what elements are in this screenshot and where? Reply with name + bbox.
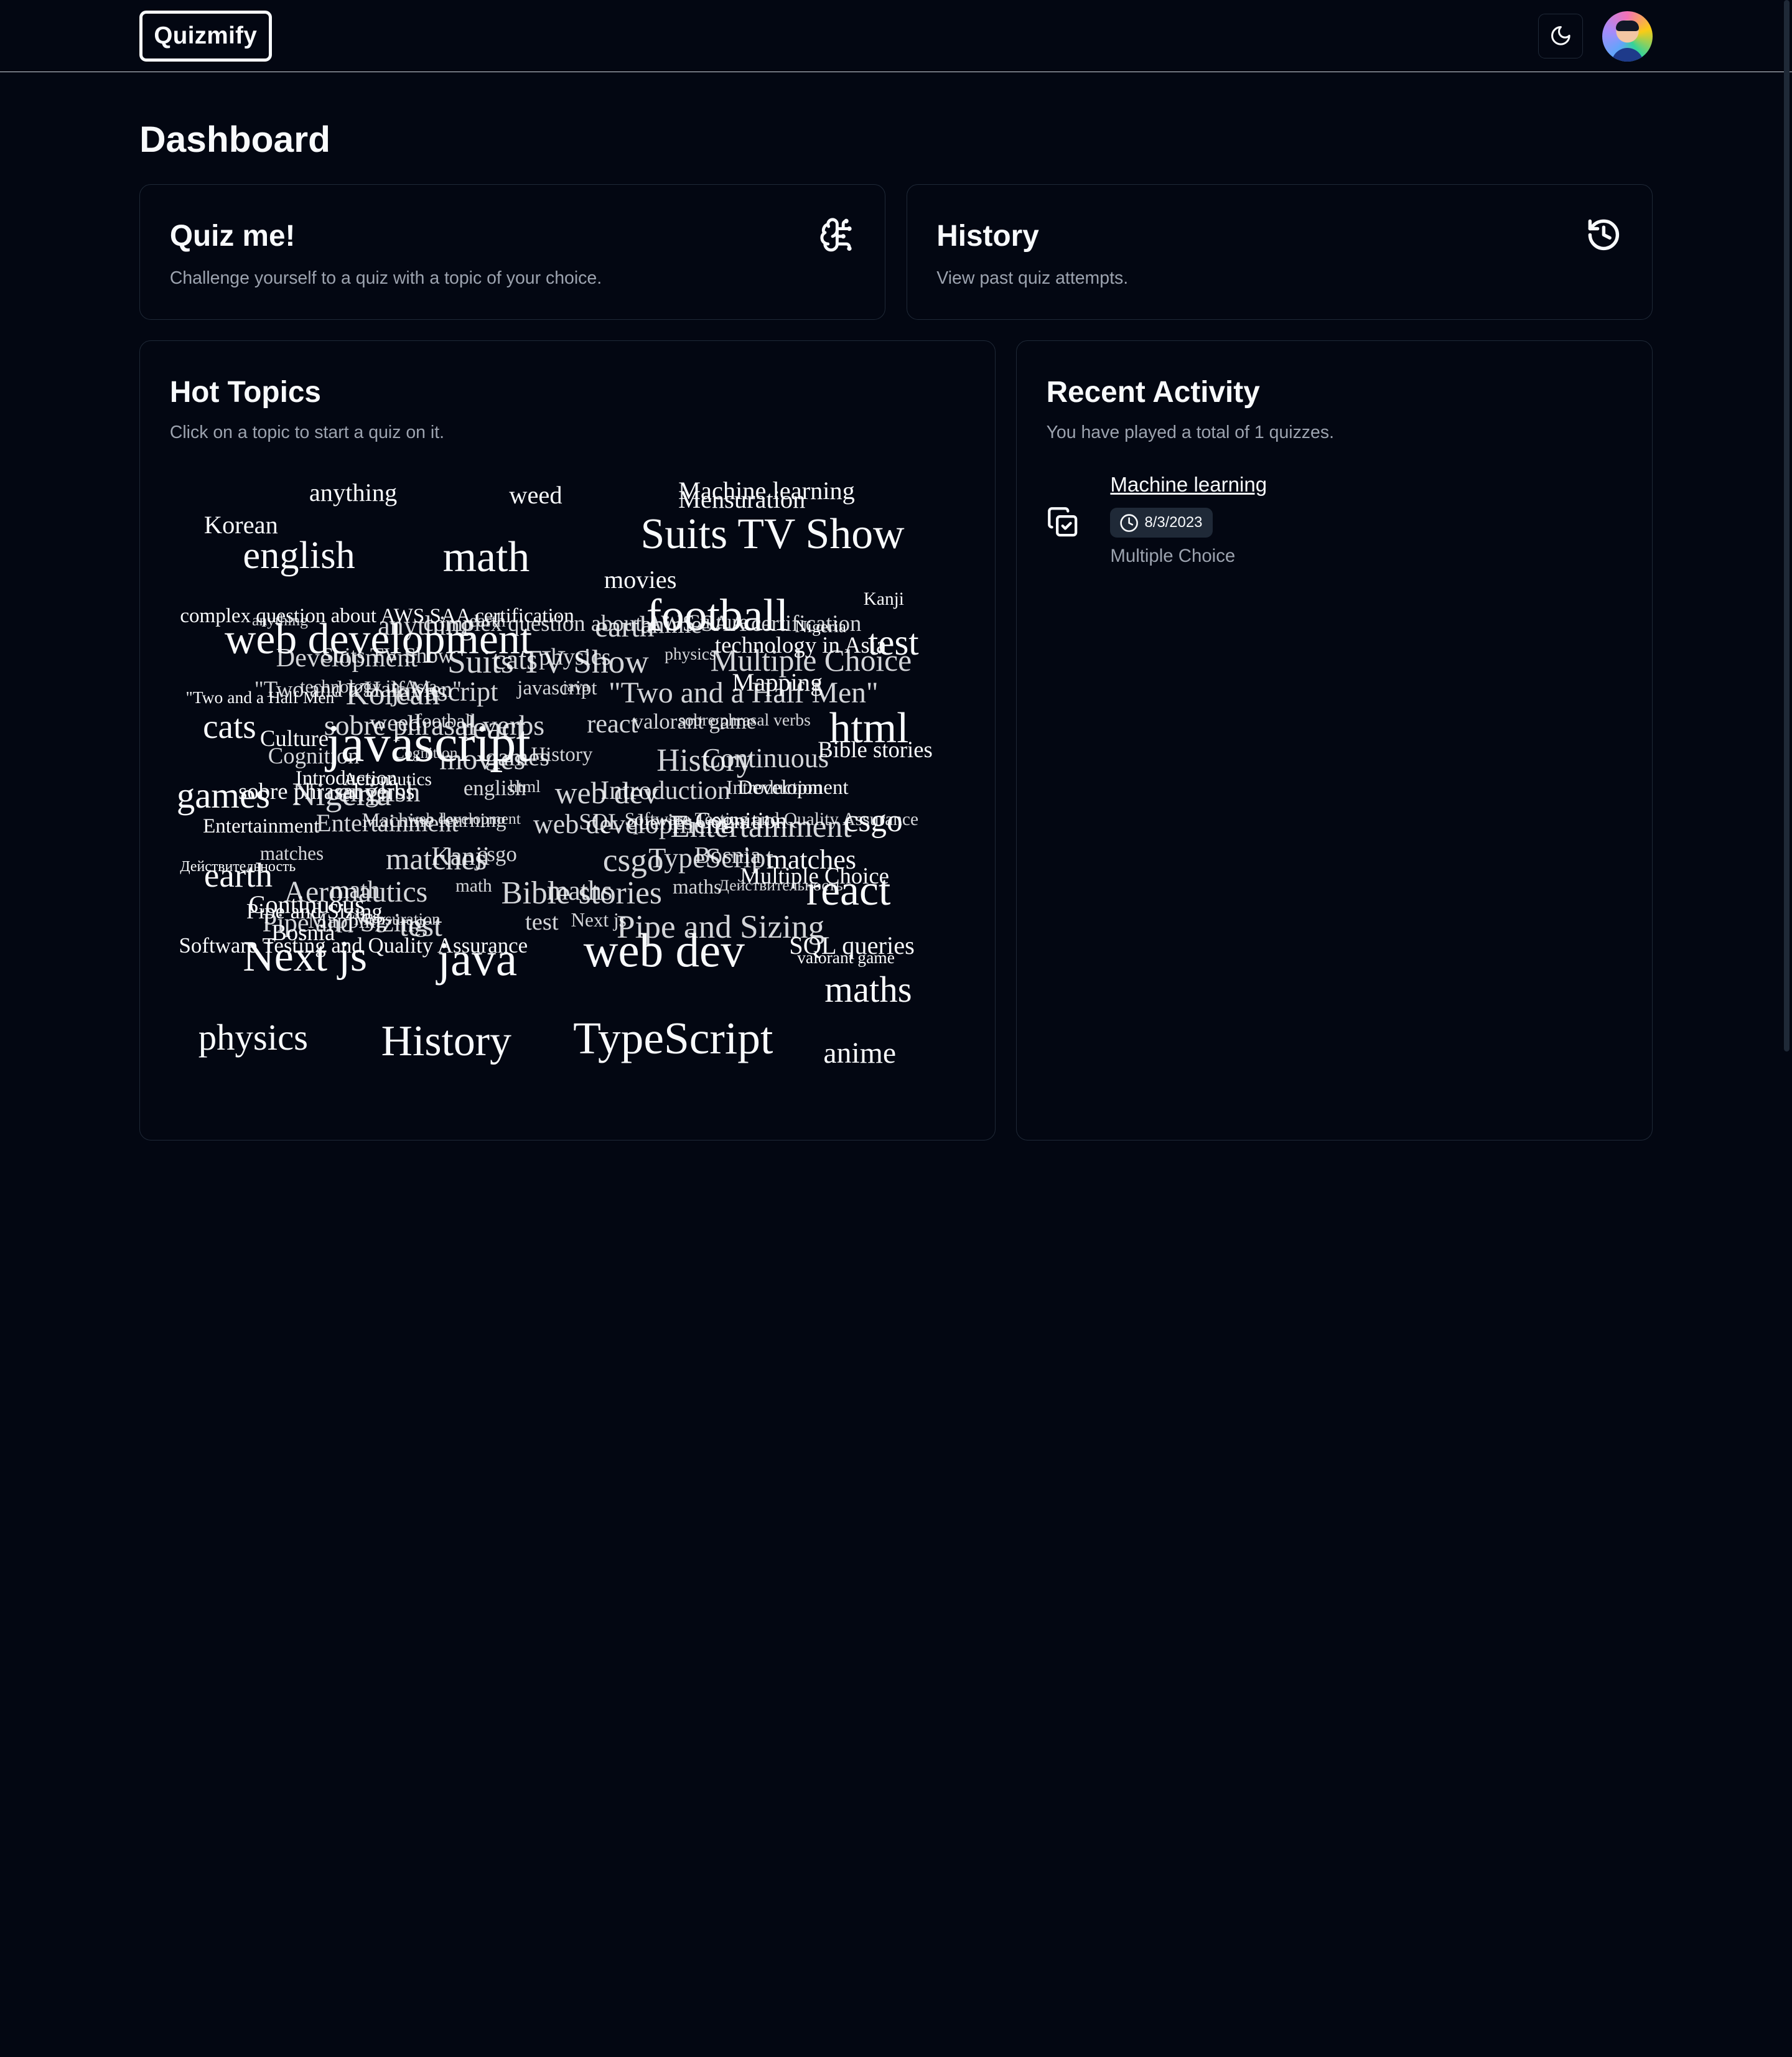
hot-topics-title: Hot Topics	[169, 376, 321, 409]
topic-word[interactable]: physics	[198, 1019, 308, 1056]
topic-word-overlap[interactable]: Introduction	[726, 778, 822, 797]
topic-word[interactable]: english	[243, 535, 355, 574]
topic-word-overlap[interactable]: matches	[260, 844, 324, 863]
top-navbar: Quizmify	[0, 0, 1792, 72]
topic-word-overlap[interactable]: physics	[665, 645, 716, 663]
theme-toggle-button[interactable]	[1538, 14, 1583, 58]
topic-word[interactable]: anything	[309, 480, 397, 505]
topic-word-overlap[interactable]: Nigeria	[292, 778, 391, 811]
page: Quizmify Dashboard Quiz me! Challenge yo…	[0, 0, 1792, 2057]
topic-word-overlap[interactable]: Cognition	[394, 744, 458, 761]
topic-word-overlap[interactable]: valorant game	[633, 711, 757, 733]
page-title: Dashboard	[139, 119, 331, 161]
topic-word-overlap[interactable]: Действительность	[718, 877, 842, 893]
topic-word[interactable]: valorant game	[797, 949, 895, 966]
topic-word-overlap[interactable]: web dev	[555, 778, 659, 809]
brain-circuit-icon	[820, 218, 852, 252]
topic-word[interactable]: math	[443, 535, 530, 579]
topic-word-overlap[interactable]: Suits TV Show	[447, 645, 649, 678]
topic-word[interactable]: Entertainment	[203, 816, 319, 837]
history-icon	[1588, 219, 1620, 251]
topic-word[interactable]: maths	[824, 971, 912, 1009]
recent-activity-card: Recent Activity You have played a total …	[1015, 340, 1653, 1141]
topic-word[interactable]: Mensuration	[678, 487, 805, 512]
topic-word[interactable]: Software Testing and Quality Assurance	[179, 935, 528, 957]
quiz-me-title: Quiz me!	[169, 219, 296, 253]
topic-word-overlap[interactable]: Aeronautics	[284, 877, 427, 907]
topic-word-overlap[interactable]: Cognition	[268, 744, 360, 768]
page-scrollbar[interactable]	[1781, 0, 1792, 1120]
topic-word-overlap[interactable]: Pipe and Sizing	[617, 910, 824, 943]
topic-word-overlap[interactable]: math	[455, 877, 492, 895]
activity-date-badge: 8/3/2023	[1110, 508, 1213, 538]
user-avatar[interactable]	[1602, 11, 1653, 62]
topic-word-overlap[interactable]: english	[464, 777, 526, 800]
topic-word-overlap[interactable]: Entertainment	[316, 811, 459, 836]
activity-quiz-type: Multiple Choice	[1110, 546, 1236, 567]
history-card[interactable]: History View past quiz attempts.	[906, 184, 1653, 320]
topic-word-overlap[interactable]: matches	[386, 844, 487, 875]
topic-word-overlap[interactable]: javascript	[517, 678, 597, 699]
topic-word-overlap[interactable]: maths	[673, 877, 722, 898]
topic-word[interactable]: History	[381, 1020, 511, 1063]
copy-check-icon	[1047, 506, 1077, 537]
avatar-hair	[1616, 21, 1639, 31]
topic-word-overlap[interactable]: Next js	[571, 910, 626, 930]
topic-word[interactable]: TypeScript	[573, 1015, 773, 1061]
scrollbar-thumb[interactable]	[1784, 0, 1790, 1052]
hot-topics-card: Hot Topics Click on a topic to start a q…	[139, 340, 996, 1141]
topic-word-overlap[interactable]: anything	[252, 612, 308, 628]
hot-topics-description: Click on a topic to start a quiz on it.	[169, 422, 445, 442]
topic-word-overlap[interactable]: History	[656, 744, 752, 777]
recent-activity-summary: You have played a total of 1 quizzes.	[1046, 422, 1334, 442]
topic-word-overlap[interactable]: Development	[276, 645, 418, 671]
history-title: History	[936, 219, 1039, 253]
topic-word-overlap[interactable]: TypeScript	[648, 844, 773, 872]
topic-word-overlap[interactable]: anything	[378, 612, 474, 640]
topic-word[interactable]: cats	[203, 709, 256, 744]
topic-word[interactable]: Bible stories	[818, 739, 933, 762]
topic-word-overlap[interactable]: Multiple Choice	[711, 645, 912, 676]
avatar-shirt	[1611, 48, 1644, 62]
topic-word-overlap[interactable]: sobre phrasal verbs	[324, 711, 544, 740]
topic-word[interactable]: weed	[509, 482, 562, 508]
activity-date: 8/3/2023	[1144, 514, 1203, 531]
topic-word-cloud: anything weed Machine learning Mensuration K…	[172, 469, 960, 1109]
topic-word[interactable]: anime	[823, 1038, 896, 1068]
topic-word-overlap[interactable]: "Two and a Half Men"	[254, 678, 462, 701]
topic-word[interactable]: matches	[767, 846, 856, 874]
recent-activity-title: Recent Activity	[1046, 376, 1260, 409]
topic-word-overlap[interactable]: Pipe and Sizing	[263, 910, 427, 936]
topic-word[interactable]: movies	[604, 567, 677, 592]
activity-topic-link[interactable]: Machine learning	[1110, 473, 1267, 497]
moon-icon	[1551, 26, 1570, 46]
topic-word-overlap[interactable]: csgo	[603, 844, 664, 877]
quiz-me-description: Challenge yourself to a quiz with a topi…	[169, 268, 602, 288]
topic-word-overlap[interactable]: react	[587, 711, 638, 737]
topic-word-overlap[interactable]: "Two and a Half Men"	[609, 678, 878, 708]
clock-icon	[1120, 514, 1139, 532]
topic-word-overlap[interactable]: web development	[533, 811, 727, 838]
history-description: View past quiz attempts.	[936, 268, 1129, 288]
quiz-me-card[interactable]: Quiz me! Challenge yourself to a quiz wi…	[139, 184, 886, 320]
topic-word[interactable]: Suits TV Show	[641, 512, 905, 556]
topic-word-overlap[interactable]: Bible stories	[501, 877, 661, 909]
topic-word-overlap[interactable]: test	[525, 910, 559, 935]
logo[interactable]: Quizmify	[139, 10, 272, 62]
topic-word-overlap[interactable]: earth	[595, 612, 654, 642]
topic-word[interactable]: Kanji	[864, 590, 904, 609]
